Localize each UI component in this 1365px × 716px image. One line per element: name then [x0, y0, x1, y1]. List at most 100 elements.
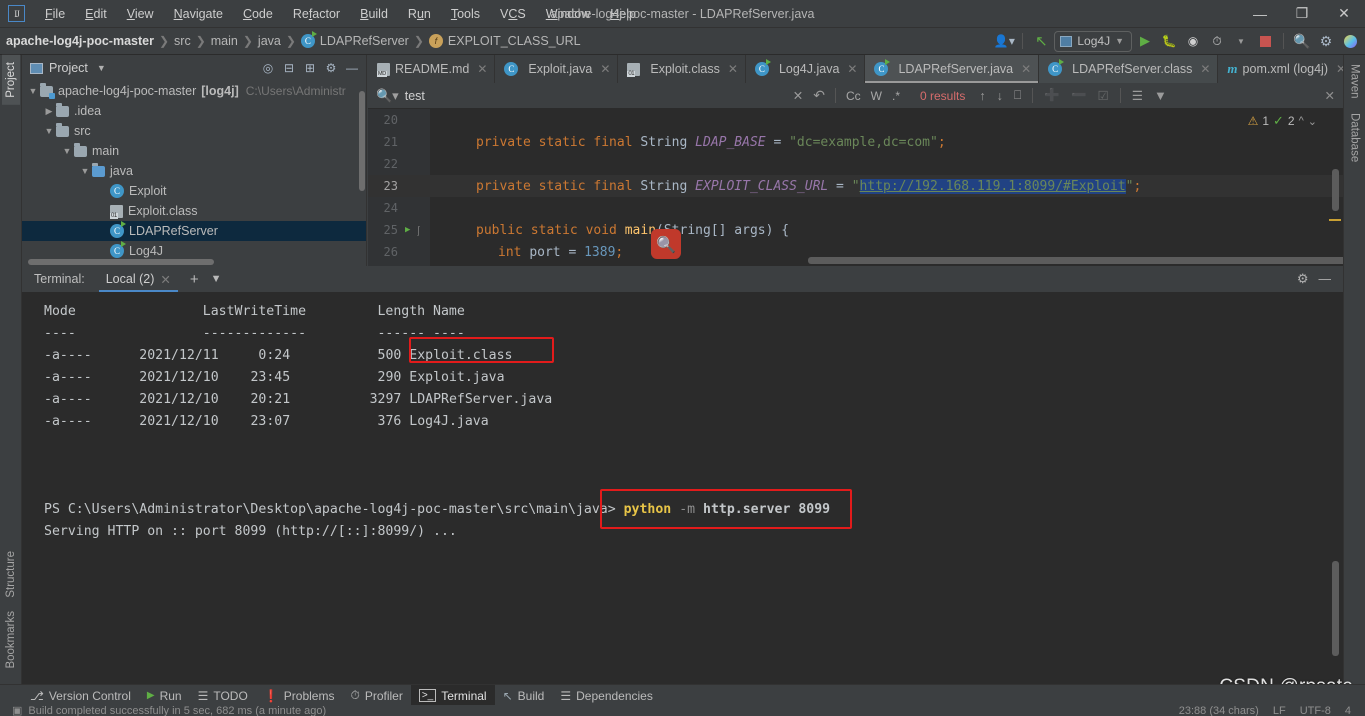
- file-encoding[interactable]: UTF-8: [1300, 705, 1331, 716]
- tree-node-idea[interactable]: ▶ .idea: [22, 101, 366, 121]
- sidebar-item-project[interactable]: Project: [1, 55, 20, 105]
- close-button[interactable]: ✕: [1323, 0, 1365, 27]
- terminal-vertical-scrollbar[interactable]: [1332, 561, 1339, 656]
- collapse-all-icon[interactable]: ⊞: [300, 58, 320, 78]
- tab-exploit-java[interactable]: C Exploit.java ✕: [495, 55, 619, 83]
- hide-panel-icon[interactable]: —: [342, 58, 362, 78]
- select-all-occurrences-icon[interactable]: ⎕: [1014, 88, 1022, 103]
- sidebar-item-database[interactable]: Database: [1346, 106, 1364, 169]
- terminal-output[interactable]: Mode LastWriteTime Length Name ---- ----…: [22, 293, 1343, 686]
- terminal-tab-local[interactable]: Local (2) ✕: [99, 266, 178, 292]
- expand-all-icon[interactable]: ⊟: [279, 58, 299, 78]
- clear-search-icon[interactable]: ✕: [793, 88, 803, 103]
- add-occurrence-icon[interactable]: ➕: [1044, 88, 1060, 103]
- inspection-widget[interactable]: ⚠ 1 ✓ 2 ^ ⌄: [1248, 113, 1317, 129]
- breadcrumb-field[interactable]: EXPLOIT_CLASS_URL: [448, 34, 581, 48]
- caret-position[interactable]: 23:88 (34 chars): [1179, 705, 1259, 716]
- fold-marker-icon[interactable]: ⎰: [413, 223, 423, 238]
- status-item-dependencies[interactable]: ☰ Dependencies: [552, 685, 661, 706]
- exploit-url-value[interactable]: http://192.168.119.1:8099/#Exploit: [859, 178, 1126, 194]
- status-item-build[interactable]: ↖ Build: [495, 685, 553, 706]
- menu-vcs[interactable]: VCS: [490, 4, 536, 24]
- filter-icon[interactable]: ▼: [1154, 88, 1167, 103]
- match-case-toggle[interactable]: Cc: [846, 89, 861, 103]
- tree-node-java[interactable]: ▼ java: [22, 161, 366, 181]
- hide-terminal-icon[interactable]: —: [1319, 272, 1332, 286]
- user-icon[interactable]: 👤▾: [993, 31, 1015, 52]
- run-configuration-selector[interactable]: Log4J ▼: [1054, 30, 1132, 52]
- tree-node-exploit[interactable]: C Exploit: [22, 181, 366, 201]
- menu-help[interactable]: Help: [600, 4, 646, 24]
- maximize-button[interactable]: ❐: [1281, 0, 1323, 27]
- tab-log4j-java[interactable]: C Log4J.java ✕: [746, 55, 866, 83]
- tab-readme-md[interactable]: README.md ✕: [368, 55, 496, 83]
- status-item-run[interactable]: ▶ Run: [139, 685, 190, 706]
- close-tab-icon[interactable]: ✕: [1021, 62, 1031, 76]
- status-item-version-control[interactable]: ⎇ Version Control: [22, 685, 139, 706]
- status-item-profiler[interactable]: ⏱ Profiler: [342, 685, 410, 706]
- tree-node-ldaprefserver[interactable]: C LDAPRefServer: [22, 221, 366, 241]
- run-icon[interactable]: ▶: [1134, 31, 1156, 52]
- regex-toggle[interactable]: .*: [892, 89, 900, 103]
- close-tab-icon[interactable]: ✕: [477, 62, 487, 76]
- menu-navigate[interactable]: Navigate: [164, 4, 233, 24]
- indent-size[interactable]: 4: [1345, 705, 1351, 716]
- close-terminal-tab-icon[interactable]: ✕: [160, 272, 170, 287]
- chevron-down-icon[interactable]: ▼: [211, 273, 222, 285]
- tree-node-exploit-class[interactable]: Exploit.class: [22, 201, 366, 221]
- menu-refactor[interactable]: Refactor: [283, 4, 350, 24]
- find-input-wrapper[interactable]: 🔍▾ test ✕ ↶ Cc W .*: [368, 83, 908, 108]
- close-tab-icon[interactable]: ✕: [600, 62, 610, 76]
- menu-edit[interactable]: Edit: [75, 4, 117, 24]
- check-occurrence-icon[interactable]: ☑: [1098, 88, 1109, 103]
- sidebar-item-maven[interactable]: Maven: [1346, 57, 1364, 106]
- tab-ldaprefserver-class[interactable]: C LDAPRefServer.class ✕: [1039, 55, 1219, 83]
- chevron-down-icon[interactable]: ▼: [26, 86, 40, 96]
- newline-search-icon[interactable]: ↶: [813, 87, 825, 104]
- new-terminal-icon[interactable]: +: [190, 271, 199, 288]
- settings-gear-icon[interactable]: ⚙: [1297, 271, 1309, 287]
- status-item-todo[interactable]: ☰ TODO: [190, 685, 256, 706]
- editor-vertical-scrollbar[interactable]: [1332, 169, 1339, 211]
- prev-problem-icon[interactable]: ^: [1299, 115, 1304, 127]
- chevron-down-icon[interactable]: ▼: [1230, 31, 1252, 52]
- menu-build[interactable]: Build: [350, 4, 398, 24]
- locate-icon[interactable]: ◎: [258, 58, 278, 78]
- line-separator[interactable]: LF: [1273, 705, 1286, 716]
- breadcrumb-project[interactable]: apache-log4j-poc-master: [6, 34, 154, 48]
- tab-ldaprefserver-java[interactable]: C LDAPRefServer.java ✕: [865, 55, 1040, 83]
- tree-node-root[interactable]: ▼ apache-log4j-poc-master [log4j] C:\Use…: [22, 81, 366, 101]
- close-tab-icon[interactable]: ✕: [1336, 62, 1343, 76]
- chevron-right-icon[interactable]: ▶: [42, 106, 56, 117]
- editor-horizontal-scrollbar[interactable]: [808, 257, 1343, 264]
- search-everywhere-icon[interactable]: 🔍: [1291, 31, 1313, 52]
- build-status[interactable]: ▣ Build completed successfully in 5 sec,…: [0, 705, 326, 716]
- sidebar-item-structure[interactable]: Structure: [2, 544, 20, 605]
- tree-node-log4j[interactable]: C Log4J: [22, 241, 366, 261]
- close-tab-icon[interactable]: ✕: [847, 62, 857, 76]
- code-line-current[interactable]: 23 private static final String EXPLOIT_C…: [368, 175, 1343, 197]
- menu-code[interactable]: Code: [233, 4, 283, 24]
- code-line[interactable]: 22: [368, 153, 1343, 175]
- project-tree[interactable]: ▼ apache-log4j-poc-master [log4j] C:\Use…: [22, 81, 366, 266]
- ide-assistant-icon[interactable]: [1339, 31, 1361, 52]
- close-tab-icon[interactable]: ✕: [1200, 62, 1210, 76]
- editor-warning-marker[interactable]: [1329, 219, 1341, 221]
- tab-pom-xml[interactable]: m pom.xml (log4j) ✕: [1218, 55, 1343, 83]
- menu-tools[interactable]: Tools: [441, 4, 490, 24]
- run-with-coverage-icon[interactable]: ◉: [1182, 31, 1204, 52]
- menu-run[interactable]: Run: [398, 4, 441, 24]
- filter-list-icon[interactable]: ☰: [1132, 88, 1143, 103]
- tree-node-src[interactable]: ▼ src: [22, 121, 366, 141]
- settings-gear-icon[interactable]: ⚙: [1315, 31, 1337, 52]
- tree-node-main[interactable]: ▼ main: [22, 141, 366, 161]
- settings-gear-icon[interactable]: ⚙: [321, 58, 341, 78]
- stop-icon[interactable]: [1254, 31, 1276, 52]
- breadcrumb-main[interactable]: main: [211, 34, 238, 48]
- code-line[interactable]: 25 ▶ ⎰ public static void main(String[] …: [368, 219, 1343, 241]
- close-find-bar-icon[interactable]: ✕: [1325, 88, 1343, 103]
- find-input[interactable]: test: [405, 89, 425, 103]
- menu-file[interactable]: File: [35, 4, 75, 24]
- find-previous-icon[interactable]: ↑: [979, 89, 985, 103]
- sidebar-item-bookmarks[interactable]: Bookmarks: [2, 604, 20, 676]
